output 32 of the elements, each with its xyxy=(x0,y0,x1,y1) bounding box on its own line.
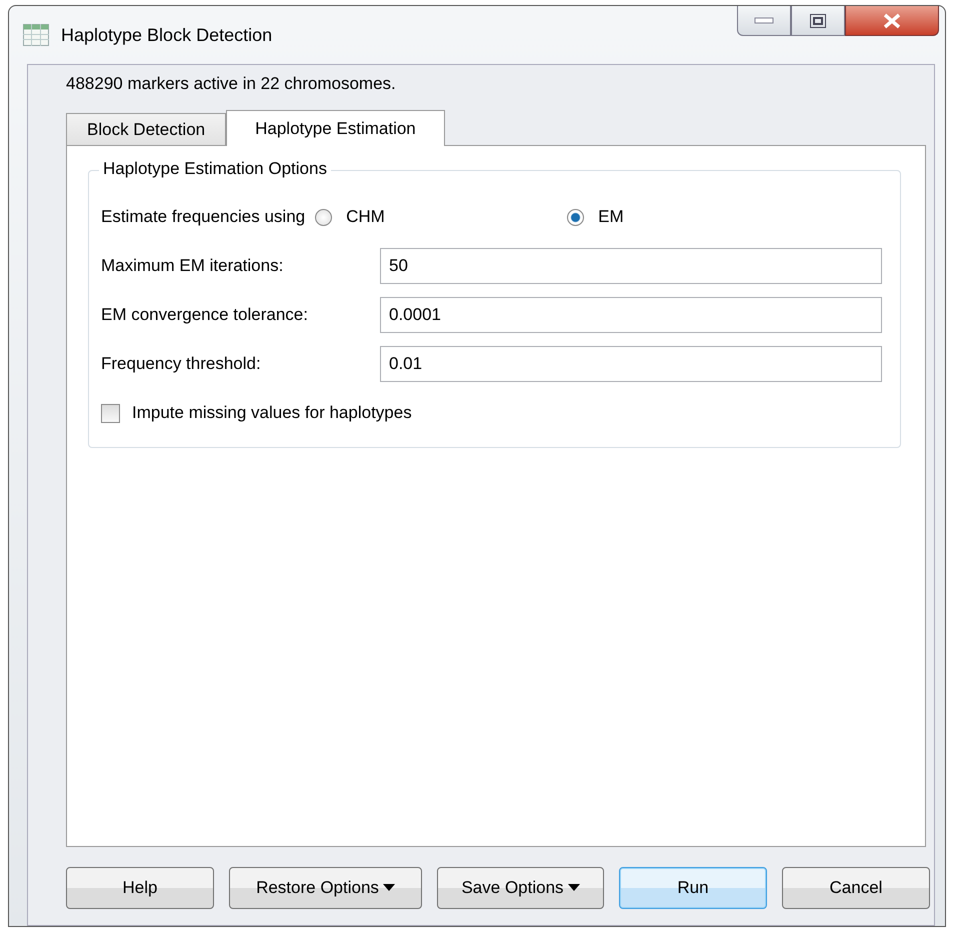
caret-icon xyxy=(382,884,395,892)
input-field[interactable]: 50 xyxy=(380,248,882,284)
dialog-button[interactable]: Save Options xyxy=(437,867,604,909)
status-text: 488290 markers active in 22 chromosomes. xyxy=(66,73,397,95)
field-label: Frequency threshold: xyxy=(101,354,262,374)
group-title: Haplotype Estimation Options xyxy=(99,159,331,179)
tab[interactable]: Haplotype Estimation xyxy=(226,110,445,146)
close-button[interactable] xyxy=(845,6,939,36)
dialog-button[interactable]: Restore Options xyxy=(229,867,422,909)
tab[interactable]: Block Detection xyxy=(66,113,226,145)
input-field[interactable]: 0.01 xyxy=(380,346,882,382)
minimize-button[interactable] xyxy=(737,6,791,36)
restore-button[interactable] xyxy=(791,6,845,36)
dialog-button[interactable]: Cancel xyxy=(782,867,930,909)
table-icon xyxy=(23,24,49,46)
input-field[interactable]: 0.0001 xyxy=(380,297,882,333)
dialog-button[interactable]: Help xyxy=(66,867,214,909)
radio-button[interactable] xyxy=(315,208,332,226)
checkbox-label: Impute missing values for haplotypes xyxy=(132,403,412,423)
radio-label: EM xyxy=(598,207,624,227)
close-icon xyxy=(882,12,902,28)
radio-button[interactable] xyxy=(567,208,584,226)
checkbox[interactable] xyxy=(101,404,120,422)
radio-label: CHM xyxy=(346,207,385,227)
caret-icon xyxy=(568,884,580,892)
field-label: Estimate frequencies using xyxy=(101,207,306,227)
minimize-icon xyxy=(754,16,774,24)
field-label: EM convergence tolerance: xyxy=(101,305,309,325)
window-title: Haplotype Block Detection xyxy=(61,24,272,46)
restore-icon xyxy=(809,12,827,28)
dialog-button[interactable]: Run xyxy=(619,867,767,909)
field-label: Maximum EM iterations: xyxy=(101,256,284,276)
